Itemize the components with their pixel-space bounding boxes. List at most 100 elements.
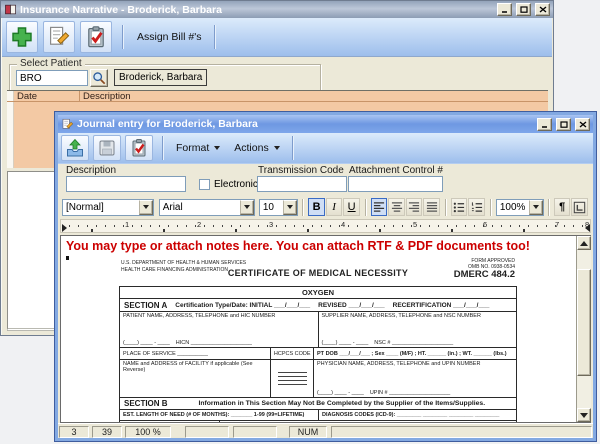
certification-type-text: Certification Type/Date: INITIAL ___/___… bbox=[175, 302, 310, 309]
vertical-scrollbar[interactable] bbox=[576, 236, 591, 422]
clipboard-check-icon bbox=[129, 138, 149, 158]
back-window-title: Insurance Narrative - Broderick, Barbara bbox=[20, 4, 222, 16]
scroll-down-button[interactable] bbox=[577, 408, 591, 422]
journal-content: Description Electronic Transmission Code… bbox=[58, 164, 593, 438]
indent-marker-left-icon[interactable] bbox=[62, 224, 67, 232]
format-menu-button[interactable]: Format bbox=[169, 137, 227, 159]
physician-header: PHYSICIAN NAME, ADDRESS, TELEPHONE and U… bbox=[317, 361, 513, 367]
minimize-icon[interactable] bbox=[497, 3, 512, 16]
ruler[interactable]: 1 2 3 4 5 6 7 8 bbox=[60, 219, 591, 233]
maximize-icon[interactable] bbox=[556, 118, 571, 131]
section-b-row: SECTION B Information in This Section Ma… bbox=[120, 397, 516, 409]
search-icon bbox=[92, 71, 106, 85]
actions-menu-button[interactable]: Actions bbox=[227, 137, 286, 159]
chevron-down-icon[interactable] bbox=[529, 200, 543, 215]
style-combo[interactable]: [Normal] bbox=[62, 199, 154, 216]
underline-button[interactable]: U bbox=[343, 198, 360, 216]
layout-icon bbox=[573, 201, 586, 214]
patient-info-blank: PT DOB ___/___/___ ; Sex ____ (M/F) ; HT… bbox=[314, 351, 516, 357]
close-icon[interactable] bbox=[535, 3, 550, 16]
edit-icon bbox=[47, 25, 71, 49]
bold-button[interactable]: B bbox=[308, 198, 325, 216]
patient-supplier-row: PATIENT NAME, ADDRESS, TELEPHONE and HIC… bbox=[120, 311, 516, 347]
justify-icon bbox=[426, 201, 438, 213]
status-cell-num-lock: NUM bbox=[289, 426, 327, 438]
align-left-button[interactable] bbox=[371, 198, 388, 216]
patient-cell: PATIENT NAME, ADDRESS, TELEPHONE and HIC… bbox=[120, 312, 318, 347]
format-bar: [Normal] Arial 10 B I U 100% bbox=[58, 196, 593, 218]
scrollbar-thumb[interactable] bbox=[577, 269, 591, 376]
section-a-row: SECTION A Certification Type/Date: INITI… bbox=[120, 298, 516, 311]
zoom-combo[interactable]: 100% bbox=[496, 199, 544, 216]
hcpcs-blank-line bbox=[278, 384, 307, 385]
answers-label: ANSWERS bbox=[120, 421, 219, 422]
attachment-control-input[interactable] bbox=[348, 176, 443, 192]
edit-narrative-button[interactable] bbox=[43, 21, 75, 53]
chevron-down-icon[interactable] bbox=[240, 200, 254, 215]
revised-text: REVISED ___/___/___ bbox=[318, 302, 385, 309]
description-label: Description bbox=[66, 165, 116, 176]
select-patient-group: Select Patient Broderick, Barbara bbox=[9, 64, 321, 91]
grid-header-row: Date Description bbox=[7, 90, 548, 102]
row-selector-header bbox=[7, 91, 14, 101]
status-cell-message bbox=[331, 426, 592, 438]
add-narrative-button[interactable] bbox=[6, 21, 38, 53]
page-layout-button[interactable] bbox=[571, 198, 588, 216]
bullet-list-icon bbox=[453, 201, 465, 213]
status-cell-empty bbox=[233, 426, 277, 438]
journal-titlebar[interactable]: Journal entry for Broderick, Barbara bbox=[58, 115, 593, 133]
import-arrow-icon bbox=[65, 138, 85, 158]
electronic-label: Electronic bbox=[214, 179, 258, 190]
status-cell-line: 39 bbox=[92, 426, 122, 438]
font-combo[interactable]: Arial bbox=[159, 199, 255, 216]
electronic-checkbox[interactable] bbox=[199, 179, 210, 190]
column-header-date[interactable]: Date bbox=[14, 91, 80, 101]
italic-button[interactable]: I bbox=[326, 198, 343, 216]
note-text: You may type or attach notes here. You c… bbox=[66, 239, 530, 253]
save-floppy-icon bbox=[97, 138, 117, 158]
chevron-down-icon[interactable] bbox=[139, 200, 153, 215]
maximize-icon[interactable] bbox=[516, 3, 531, 16]
indent-marker-right-icon[interactable] bbox=[585, 224, 590, 232]
ruler-number: 2 bbox=[197, 220, 201, 229]
spell-check-button[interactable] bbox=[125, 135, 153, 161]
document-page[interactable]: You may type or attach notes here. You c… bbox=[61, 236, 576, 422]
minimize-icon[interactable] bbox=[537, 118, 552, 131]
insurance-app-icon bbox=[4, 3, 17, 16]
chevron-down-icon bbox=[274, 146, 280, 150]
est-length-row: EST. LENGTH OF NEED (# OF MONTHS): _____… bbox=[120, 409, 516, 420]
ruler-number: 5 bbox=[413, 220, 417, 229]
close-icon[interactable] bbox=[575, 118, 590, 131]
description-input[interactable] bbox=[66, 176, 186, 192]
save-button[interactable] bbox=[93, 135, 121, 161]
numbered-list-button[interactable] bbox=[468, 198, 485, 216]
show-paragraph-button[interactable]: ¶ bbox=[554, 198, 571, 216]
scrollbar-track[interactable] bbox=[577, 250, 591, 408]
column-header-description[interactable]: Description bbox=[80, 91, 548, 101]
justify-button[interactable] bbox=[423, 198, 440, 216]
ruler-number: 4 bbox=[341, 220, 345, 229]
patient-search-button[interactable] bbox=[90, 69, 108, 87]
transmission-code-input[interactable] bbox=[257, 176, 347, 192]
plus-icon bbox=[10, 25, 34, 49]
align-center-button[interactable] bbox=[388, 198, 405, 216]
attachment-control-label: Attachment Control # bbox=[349, 165, 443, 176]
align-left-icon bbox=[373, 201, 385, 213]
arrow-down-icon bbox=[580, 413, 588, 418]
row-selector-column bbox=[7, 102, 14, 168]
bullet-list-button[interactable] bbox=[451, 198, 468, 216]
scroll-up-button[interactable] bbox=[577, 236, 591, 250]
hcpcs-code-label: HCPCS CODE bbox=[270, 348, 314, 359]
insurance-narrative-titlebar[interactable]: Insurance Narrative - Broderick, Barbara bbox=[1, 1, 553, 18]
bill-check-button[interactable] bbox=[80, 21, 112, 53]
section-b-label: SECTION B bbox=[120, 399, 168, 408]
font-size-combo[interactable]: 10 bbox=[259, 199, 299, 216]
post-entry-button[interactable] bbox=[61, 135, 89, 161]
ruler-number: 1 bbox=[125, 220, 129, 229]
ruler-number: 7 bbox=[555, 220, 559, 229]
chevron-down-icon[interactable] bbox=[283, 200, 297, 215]
patient-search-input[interactable] bbox=[16, 70, 88, 86]
assign-bill-button[interactable]: Assign Bill #'s bbox=[129, 31, 209, 43]
align-right-button[interactable] bbox=[406, 198, 423, 216]
selected-patient-badge: Broderick, Barbara bbox=[114, 69, 207, 86]
